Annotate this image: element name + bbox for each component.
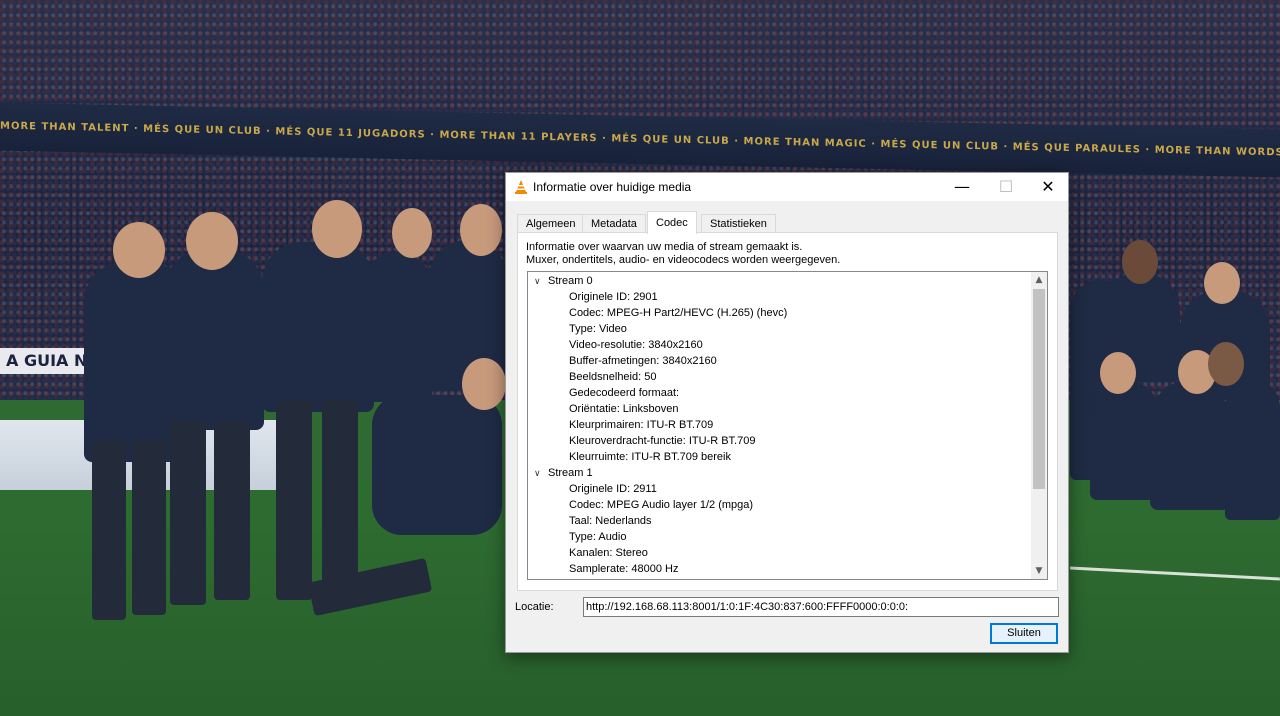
codec-description: Informatie over waarvan uw media of stre… (526, 241, 840, 267)
maximize-button: ☐ (998, 177, 1014, 196)
window-title: Informatie over huidige media (533, 180, 692, 194)
stream-tree[interactable]: ∨ Stream 0 Originele ID: 2901 Codec: MPEG… (527, 271, 1048, 580)
person-leg (132, 440, 166, 615)
tree-item-property[interactable]: Kleuroverdracht-functie: ITU-R BT.709 (569, 433, 755, 449)
tree-item-property[interactable]: Video-resolutie: 3840x2160 (569, 337, 703, 353)
vertical-scrollbar[interactable]: ▲ ▼ (1031, 272, 1047, 579)
person-head (460, 204, 502, 256)
scroll-down-arrow-icon[interactable]: ▼ (1031, 563, 1047, 579)
tree-item-property[interactable]: Oriëntatie: Linksboven (569, 401, 678, 417)
title-bar[interactable]: Informatie over huidige media — ☐ ✕ (506, 173, 1068, 201)
tab-codec[interactable]: Codec (647, 211, 697, 234)
person-silhouette (262, 242, 374, 412)
tree-item-property[interactable]: Codec: MPEG-H Part2/HEVC (H.265) (hevc) (569, 305, 787, 321)
tree-item-property[interactable]: Type: Video (569, 321, 627, 337)
person-leg (170, 420, 206, 605)
media-info-dialog: Informatie over huidige media — ☐ ✕ Alge… (505, 172, 1069, 653)
tree-item-property[interactable]: Taal: Nederlands (569, 513, 652, 529)
person-silhouette (362, 252, 432, 402)
stream-label: Stream 0 (548, 275, 593, 287)
person-leg (92, 440, 126, 620)
tree-item-property[interactable]: Kleurruimte: ITU-R BT.709 bereik (569, 449, 731, 465)
location-field[interactable]: http://192.168.68.113:8001/1:0:1F:4C30:8… (583, 597, 1059, 617)
description-line: Informatie over waarvan uw media of stre… (526, 241, 803, 253)
codec-panel: Informatie over waarvan uw media of stre… (517, 232, 1058, 591)
tree-item-property[interactable]: Kanalen: Stereo (569, 545, 648, 561)
tree-item-property[interactable]: Gedecodeerd formaat: (569, 385, 679, 401)
person-silhouette (372, 395, 502, 535)
tab-metadata[interactable]: Metadata (582, 214, 646, 233)
tab-statistieken[interactable]: Statistieken (701, 214, 776, 233)
person-head (186, 212, 238, 270)
person-head (1122, 240, 1158, 284)
description-line: Muxer, ondertitels, audio- en videocodec… (526, 254, 841, 266)
tree-item-property[interactable]: Samplerate: 48000 Hz (569, 561, 678, 577)
tree-item-property[interactable]: Type: Audio (569, 529, 627, 545)
tree-item-property[interactable]: Buffer-afmetingen: 3840x2160 (569, 353, 717, 369)
person-head (392, 208, 432, 258)
person-head (462, 358, 506, 410)
person-head (312, 200, 362, 258)
scroll-up-arrow-icon[interactable]: ▲ (1031, 272, 1047, 288)
person-leg (276, 400, 312, 600)
tab-algemeen[interactable]: Algemeen (517, 214, 585, 233)
tree-item-stream-0[interactable]: ∨ Stream 0 (534, 273, 593, 289)
person-leg (214, 420, 250, 600)
person-head (1204, 262, 1240, 304)
scrollbar-thumb[interactable] (1033, 289, 1045, 489)
person-silhouette (1150, 380, 1230, 510)
tree-item-stream-1[interactable]: ∨ Stream 1 (534, 465, 593, 481)
chevron-down-icon[interactable]: ∨ (534, 274, 548, 290)
vlc-cone-icon (515, 180, 527, 194)
close-button[interactable]: Sluiten (990, 623, 1058, 644)
chevron-down-icon[interactable]: ∨ (534, 466, 548, 482)
tree-item-property[interactable]: Kleurprimairen: ITU-R BT.709 (569, 417, 713, 433)
tree-item-property[interactable]: Originele ID: 2911 (569, 481, 657, 497)
person-head (1208, 342, 1244, 386)
minimize-button[interactable]: — (940, 173, 984, 201)
tree-item-property[interactable]: Originele ID: 2901 (569, 289, 658, 305)
person-silhouette (1225, 380, 1280, 520)
person-head (113, 222, 165, 278)
location-label: Locatie: (515, 601, 554, 613)
stream-label: Stream 1 (548, 467, 593, 479)
tree-item-property[interactable]: Beeldsnelheid: 50 (569, 369, 656, 385)
tree-item-property[interactable]: Codec: MPEG Audio layer 1/2 (mpga) (569, 497, 753, 513)
person-silhouette (164, 250, 264, 430)
person-head (1100, 352, 1136, 394)
close-window-button[interactable]: ✕ (1026, 173, 1070, 201)
person-leg (322, 400, 358, 585)
